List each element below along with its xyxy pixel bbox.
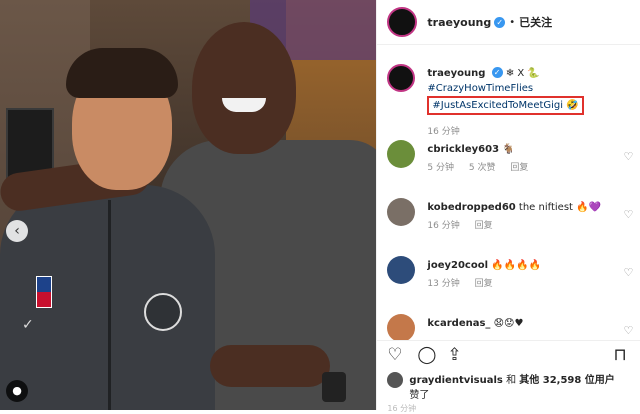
comment-username[interactable]: kcardenas_ [427, 318, 490, 329]
action-bar: ♡ ◯ ⇪ ⊓ [377, 340, 640, 369]
comment-time: 13 分钟 [427, 279, 460, 289]
commenter-avatar[interactable] [387, 314, 416, 340]
share-icon[interactable]: ⇪ [447, 345, 461, 365]
photo-pointing-hand [210, 345, 330, 387]
comment-body: joey20cool 🔥🔥🔥🔥 13 分钟 回复 [427, 258, 619, 292]
comment-username[interactable]: joey20cool [427, 260, 488, 271]
comment-meta: 5 分钟 5 次赞 回复 [427, 161, 619, 176]
comment-body: cbrickley603 🐐 5 分钟 5 次赞 回复 [427, 142, 619, 176]
comment-reply-button[interactable]: 回复 [510, 163, 528, 173]
comment-icon[interactable]: ◯ [417, 345, 436, 365]
tagged-people-icon[interactable]: ● [6, 380, 28, 402]
carousel-prev-icon[interactable]: ‹ [6, 220, 28, 242]
comment-text: 🔥🔥🔥🔥 [491, 260, 542, 271]
photo-watch [322, 372, 346, 402]
verified-badge-icon: ✓ [494, 16, 506, 28]
heart-icon[interactable]: ♡ [387, 345, 402, 365]
hawks-logo-icon [144, 293, 182, 331]
photo-person-right-head [192, 22, 296, 154]
comment-text: 🐐 [502, 144, 515, 155]
caption-avatar[interactable] [387, 64, 416, 92]
commenter-avatar[interactable] [387, 198, 416, 226]
bookmark-icon[interactable]: ⊓ [613, 345, 626, 365]
author-username[interactable]: traeyoung [427, 16, 491, 29]
post-side-panel: traeyoung ✓ • 已关注 traeyoung ✓ ❄ X 🐍 #Cra… [376, 0, 640, 413]
likes-others-link[interactable]: 其他 32,598 位用户 [519, 375, 615, 386]
caption-username[interactable]: traeyoung [427, 68, 485, 79]
comment-username[interactable]: cbrickley603 [427, 144, 499, 155]
liker-username[interactable]: graydientvisuals [409, 375, 502, 386]
comment-reply-button[interactable]: 回复 [475, 279, 493, 289]
hashtag-link[interactable]: #CrazyHowTimeFlies [427, 83, 533, 94]
comment-body: kcardenas_ 😧😟♥ [427, 316, 619, 331]
instagram-post: ✓ ‹ ● traeyoung ✓ • 已关注 traeyoung ✓ ❄ X … [0, 0, 640, 413]
caption-time: 16 分钟 [427, 127, 460, 137]
caption-emojis: ❄ X 🐍 [505, 68, 540, 79]
caption-emoji: 🤣 [566, 100, 579, 111]
comment-heart-icon[interactable]: ♡ [624, 266, 634, 279]
caption-body: traeyoung ✓ ❄ X 🐍 #CrazyHowTimeFlies #Ju… [427, 66, 619, 140]
comment-reply-button[interactable]: 回复 [475, 221, 493, 231]
likes-summary: graydientvisuals 和 其他 32,598 位用户 赞了 [387, 371, 633, 401]
likes-connector: 和 [506, 375, 517, 386]
follow-status-button[interactable]: 已关注 [519, 14, 552, 30]
commenter-avatar[interactable] [387, 140, 416, 168]
comment-heart-icon[interactable]: ♡ [624, 150, 634, 163]
comment-body: kobedropped60 the niftiest 🔥💜 16 分钟 回复 [427, 200, 619, 234]
liker-avatar[interactable] [387, 372, 404, 388]
commenter-avatar[interactable] [387, 256, 416, 284]
comment-heart-icon[interactable]: ♡ [624, 208, 634, 221]
comment-time: 5 分钟 [427, 163, 454, 173]
photo-jacket-zipper [108, 200, 111, 410]
likes-text: graydientvisuals 和 其他 32,598 位用户 赞了 [409, 371, 614, 401]
comment-text: the niftiest 🔥💜 [518, 202, 602, 213]
comment-heart-icon[interactable]: ♡ [624, 324, 634, 337]
comment-time: 16 分钟 [427, 221, 460, 231]
comment-text: 😧😟♥ [493, 318, 524, 329]
comment-meta: 13 分钟 回复 [427, 277, 619, 292]
verified-badge-icon: ✓ [491, 67, 503, 78]
post-photo[interactable]: ✓ ‹ ● [0, 0, 377, 410]
comment-likes[interactable]: 5 次赞 [469, 163, 496, 173]
comments-list[interactable]: traeyoung ✓ ❄ X 🐍 #CrazyHowTimeFlies #Ju… [377, 54, 640, 340]
highlighted-hashtag-box: #JustAsExcitedToMeetGigi 🤣 [427, 96, 584, 115]
separator-dot: • [509, 16, 516, 28]
post-timestamp: 16 分钟 [387, 404, 417, 413]
likes-suffix: 赞了 [409, 390, 430, 401]
photo-person-left-hair [66, 48, 178, 98]
nba-logo-icon [36, 276, 52, 308]
nike-swoosh-icon: ✓ [22, 317, 34, 333]
comment-meta: 16 分钟 回复 [427, 219, 619, 234]
post-header: traeyoung ✓ • 已关注 [377, 0, 640, 45]
author-avatar[interactable] [387, 7, 418, 37]
hashtag-link[interactable]: #JustAsExcitedToMeetGigi [432, 100, 563, 111]
caption-meta: 16 分钟 [427, 125, 619, 140]
comment-username[interactable]: kobedropped60 [427, 202, 515, 213]
